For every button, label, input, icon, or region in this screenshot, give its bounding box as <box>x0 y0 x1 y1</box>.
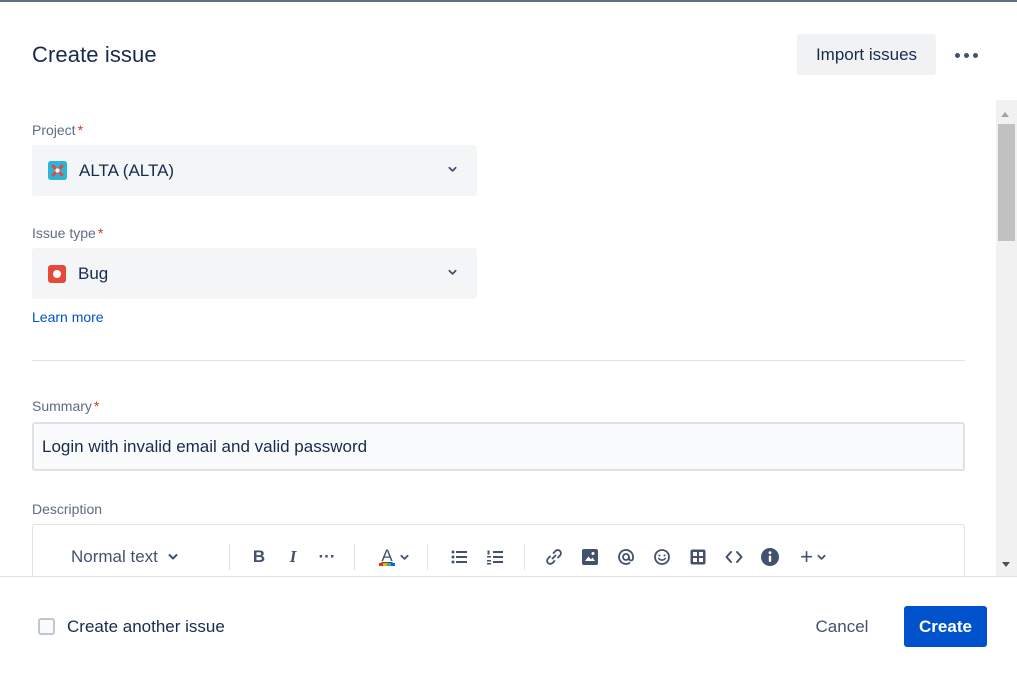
emoji-button[interactable] <box>651 541 673 573</box>
project-value: ALTA (ALTA) <box>79 160 175 180</box>
section-divider <box>32 360 965 361</box>
mention-button[interactable] <box>615 541 637 573</box>
code-icon <box>725 551 743 563</box>
numbered-list-button[interactable] <box>484 541 506 573</box>
table-icon <box>690 549 706 565</box>
cancel-button[interactable]: Cancel <box>802 607 882 647</box>
toolbar-separator <box>427 544 428 570</box>
italic-icon: I <box>289 547 297 566</box>
create-another-checkbox[interactable] <box>38 618 55 635</box>
import-issues-button[interactable]: Import issues <box>797 34 936 75</box>
scroll-down-arrow-icon[interactable] <box>1002 562 1010 567</box>
more-horizontal-icon: ··· <box>318 547 336 566</box>
project-avatar-icon <box>48 161 67 180</box>
info-panel-button[interactable] <box>759 541 781 573</box>
link-icon <box>546 549 562 565</box>
link-button[interactable] <box>543 541 565 573</box>
italic-button[interactable]: I <box>282 541 304 573</box>
toolbar-separator <box>229 544 230 570</box>
text-color-icon: A <box>379 547 395 566</box>
bullet-list-icon <box>451 550 467 564</box>
form-body: Project * ALTA (ALTA) Issue type * Bug Lea… <box>0 100 1017 576</box>
toolbar-separator <box>524 544 525 570</box>
text-style-dropdown[interactable]: Normal text <box>71 541 197 573</box>
chevron-down-icon <box>448 166 457 172</box>
issue-type-label: Issue type * <box>32 225 104 241</box>
dialog-title: Create issue <box>32 42 157 67</box>
required-marker: * <box>77 122 84 138</box>
required-marker: * <box>93 398 100 414</box>
numbered-list-icon <box>487 550 503 564</box>
emoji-icon <box>654 549 670 565</box>
footer-divider <box>0 576 1017 577</box>
description-editor[interactable]: Normal text B I ··· A + <box>32 524 965 576</box>
bug-icon <box>48 264 66 283</box>
mention-icon <box>618 549 634 565</box>
plus-icon: + <box>800 544 813 569</box>
editor-toolbar: Normal text B I ··· A + <box>33 537 966 576</box>
create-another-label: Create another issue <box>67 617 225 636</box>
insert-more-button[interactable]: + <box>795 541 831 573</box>
description-label: Description <box>32 501 103 517</box>
text-color-button[interactable]: A <box>375 541 413 573</box>
dialog-top-border <box>0 0 1017 2</box>
project-select[interactable]: ALTA (ALTA) <box>32 145 477 196</box>
summary-label: Summary * <box>32 398 100 414</box>
info-icon <box>761 548 779 566</box>
image-button[interactable] <box>579 541 601 573</box>
issue-type-value: Bug <box>78 263 109 283</box>
image-icon <box>582 549 598 565</box>
toolbar-separator <box>354 544 355 570</box>
more-horizontal-icon <box>954 52 978 58</box>
more-actions-button[interactable] <box>950 40 982 70</box>
chevron-down-icon <box>168 554 178 560</box>
summary-input[interactable] <box>32 422 965 471</box>
bold-button[interactable]: B <box>248 541 270 573</box>
project-label: Project * <box>32 122 84 138</box>
more-formatting-button[interactable]: ··· <box>316 541 338 573</box>
table-button[interactable] <box>687 541 709 573</box>
issue-type-select[interactable]: Bug <box>32 248 477 299</box>
bold-icon: B <box>252 547 266 566</box>
bullet-list-button[interactable] <box>448 541 470 573</box>
chevron-down-icon <box>400 554 409 560</box>
chevron-down-icon <box>817 554 826 560</box>
code-button[interactable] <box>723 541 745 573</box>
chevron-down-icon <box>448 269 457 275</box>
scroll-up-arrow-icon[interactable] <box>1001 112 1009 117</box>
create-button[interactable]: Create <box>904 606 987 647</box>
learn-more-link[interactable]: Learn more <box>32 309 104 325</box>
scrollbar-thumb[interactable] <box>998 124 1015 241</box>
required-marker: * <box>97 225 104 241</box>
